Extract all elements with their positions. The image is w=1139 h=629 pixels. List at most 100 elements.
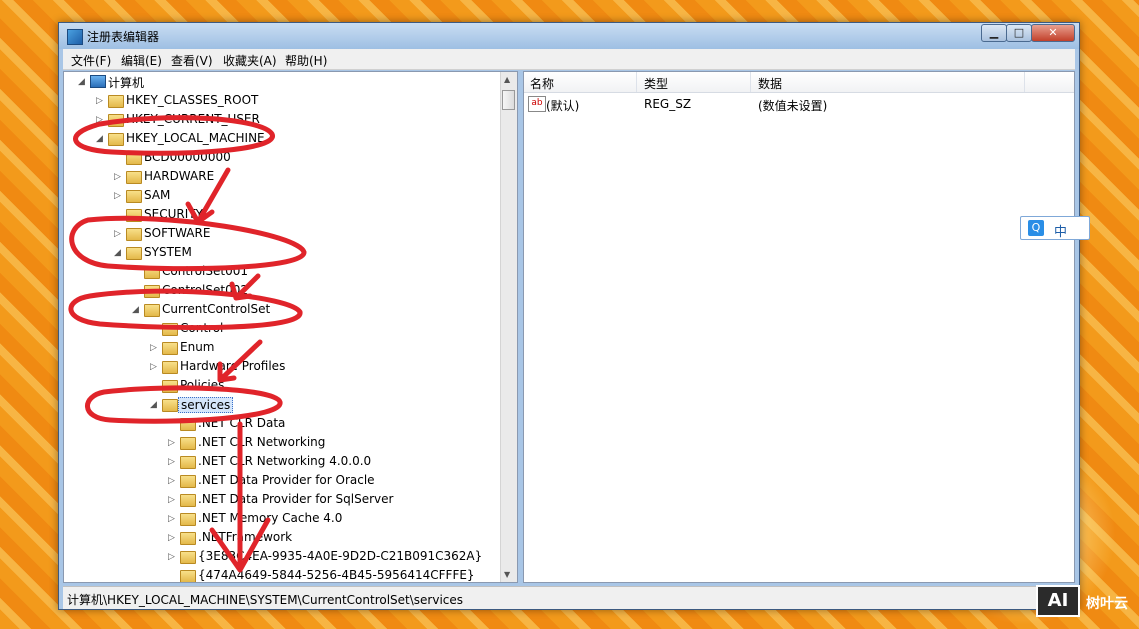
- expand-icon[interactable]: ▷: [168, 514, 178, 524]
- minimize-button[interactable]: ▁: [981, 24, 1007, 42]
- tree-node-label[interactable]: .NET CLR Networking 4.0.0.0: [198, 454, 371, 468]
- folder-icon: [126, 247, 142, 260]
- collapse-icon[interactable]: ◢: [150, 400, 160, 410]
- folder-icon: [180, 551, 196, 564]
- expand-icon[interactable]: ▷: [96, 115, 106, 125]
- folder-icon: [180, 532, 196, 545]
- column-data[interactable]: 数据: [758, 75, 782, 92]
- value-name: (默认): [546, 99, 580, 113]
- value-type: REG_SZ: [644, 97, 692, 111]
- tree-node-label[interactable]: .NET Data Provider for Oracle: [198, 473, 375, 487]
- tree-node-label[interactable]: Policies: [180, 378, 224, 392]
- folder-icon: [162, 361, 178, 374]
- tree-node-label[interactable]: SOFTWARE: [144, 226, 210, 240]
- tree-node-label[interactable]: {474A4649-5844-5256-4B45-5956414CFFFE}: [198, 568, 475, 582]
- column-name[interactable]: 名称: [530, 75, 554, 92]
- watermark-logo: AI: [1036, 585, 1080, 617]
- scroll-up-icon[interactable]: ▲: [504, 75, 510, 84]
- tree-node-label[interactable]: Enum: [180, 340, 214, 354]
- expand-icon[interactable]: ▷: [96, 96, 106, 106]
- collapse-icon[interactable]: ◢: [96, 134, 106, 144]
- menu-edit[interactable]: 编辑(E): [121, 52, 162, 69]
- folder-icon: [126, 228, 142, 241]
- tree-node-label[interactable]: services: [178, 397, 234, 413]
- tree-node-label[interactable]: BCD00000000: [144, 150, 231, 164]
- expand-icon[interactable]: ▷: [114, 229, 124, 239]
- expand-icon[interactable]: ▷: [168, 495, 178, 505]
- expand-icon[interactable]: ▷: [168, 438, 178, 448]
- values-list[interactable]: 名称 类型 数据 ab (默认) REG_SZ (数值未设置): [523, 71, 1075, 583]
- tree-node-label[interactable]: 计算机: [108, 74, 144, 91]
- folder-icon: [126, 171, 142, 184]
- window-title: 注册表编辑器: [87, 30, 160, 44]
- tree-scrollbar[interactable]: ▲ ▼: [500, 72, 517, 582]
- tree-node-label[interactable]: .NET CLR Networking: [198, 435, 325, 449]
- folder-icon: [108, 95, 124, 108]
- folder-icon: [180, 570, 196, 582]
- close-button[interactable]: ✕: [1031, 24, 1075, 42]
- tree-node-label[interactable]: .NET CLR Data: [198, 416, 285, 430]
- regedit-window: 注册表编辑器 ▁ □ ✕ 文件(F) 编辑(E) 查看(V) 收藏夹(A) 帮助…: [58, 22, 1080, 610]
- computer-icon: [90, 75, 106, 88]
- column-type[interactable]: 类型: [644, 75, 668, 92]
- collapse-icon[interactable]: ◢: [114, 248, 124, 258]
- tree-node-label[interactable]: .NETFramework: [198, 530, 292, 544]
- menu-favorites[interactable]: 收藏夹(A): [223, 52, 277, 69]
- folder-icon: [162, 323, 178, 336]
- tree-node-label[interactable]: ControlSet001: [162, 264, 248, 278]
- expand-icon[interactable]: ▷: [150, 343, 160, 353]
- expand-icon[interactable]: ▷: [168, 476, 178, 486]
- collapse-icon[interactable]: ◢: [132, 305, 142, 315]
- tree-node-label[interactable]: {3E83C4EA-9935-4A0E-9D2D-C21B091C362A}: [198, 549, 482, 563]
- folder-icon: [144, 266, 160, 279]
- folder-icon: [144, 304, 160, 317]
- folder-icon: [162, 342, 178, 355]
- tree-node-label[interactable]: Hardware Profiles: [180, 359, 285, 373]
- folder-icon: [126, 152, 142, 165]
- menu-file[interactable]: 文件(F): [71, 52, 111, 69]
- tree-node-label[interactable]: HARDWARE: [144, 169, 214, 183]
- tree-node-label[interactable]: .NET Memory Cache 4.0: [198, 511, 342, 525]
- status-bar: 计算机\HKEY_LOCAL_MACHINE\SYSTEM\CurrentCon…: [63, 586, 1075, 609]
- tree-node-label[interactable]: ControlSet002: [162, 283, 248, 297]
- list-header: 名称 类型 数据: [524, 72, 1074, 93]
- expand-icon[interactable]: ▷: [114, 191, 124, 201]
- tree-node-label[interactable]: Control: [180, 321, 223, 335]
- collapse-icon[interactable]: ◢: [78, 77, 88, 87]
- list-row[interactable]: ab (默认) REG_SZ (数值未设置): [524, 94, 1074, 114]
- title-bar: 注册表编辑器 ▁ □ ✕: [59, 23, 1079, 49]
- tree-node-label[interactable]: SAM: [144, 188, 170, 202]
- folder-icon: [162, 380, 178, 393]
- expand-icon[interactable]: ▷: [168, 552, 178, 562]
- expand-icon[interactable]: ▷: [168, 457, 178, 467]
- folder-icon: [162, 399, 178, 412]
- folder-icon: [144, 285, 160, 298]
- ime-q-icon[interactable]: Q: [1028, 220, 1044, 236]
- ime-mode[interactable]: 中: [1054, 221, 1067, 240]
- tree-node-label[interactable]: HKEY_LOCAL_MACHINE: [126, 131, 265, 145]
- folder-icon: [126, 209, 142, 222]
- menu-help[interactable]: 帮助(H): [285, 52, 327, 69]
- tree-node-label[interactable]: HKEY_CLASSES_ROOT: [126, 93, 258, 107]
- string-value-icon: ab: [528, 96, 546, 112]
- ime-toolbar[interactable]: Q 中: [1020, 216, 1090, 240]
- watermark-text: 树叶云: [1086, 596, 1128, 612]
- expand-icon[interactable]: ▷: [114, 172, 124, 182]
- tree-node-label[interactable]: CurrentControlSet: [162, 302, 270, 316]
- menu-bar: 文件(F) 编辑(E) 查看(V) 收藏夹(A) 帮助(H): [63, 49, 1075, 70]
- tree-node-label[interactable]: SECURITY: [144, 207, 203, 221]
- expand-icon[interactable]: ▷: [168, 533, 178, 543]
- maximize-button[interactable]: □: [1006, 24, 1032, 42]
- watermark: AI 树叶云: [1036, 585, 1136, 621]
- menu-view[interactable]: 查看(V): [171, 52, 213, 69]
- folder-icon: [180, 513, 196, 526]
- folder-icon: [180, 456, 196, 469]
- tree-node-label[interactable]: .NET Data Provider for SqlServer: [198, 492, 393, 506]
- scroll-down-icon[interactable]: ▼: [504, 570, 510, 579]
- scroll-thumb[interactable]: [502, 90, 515, 110]
- tree-node-label[interactable]: HKEY_CURRENT_USER: [126, 112, 260, 126]
- regedit-app-icon: [67, 29, 83, 45]
- expand-icon[interactable]: ▷: [150, 362, 160, 372]
- registry-tree[interactable]: ▲ ▼ ◢ 计算机 ▷ HKEY_CLASSES_ROOT ▷ HKEY_CURRENT_…: [63, 71, 518, 583]
- tree-node-label[interactable]: SYSTEM: [144, 245, 192, 259]
